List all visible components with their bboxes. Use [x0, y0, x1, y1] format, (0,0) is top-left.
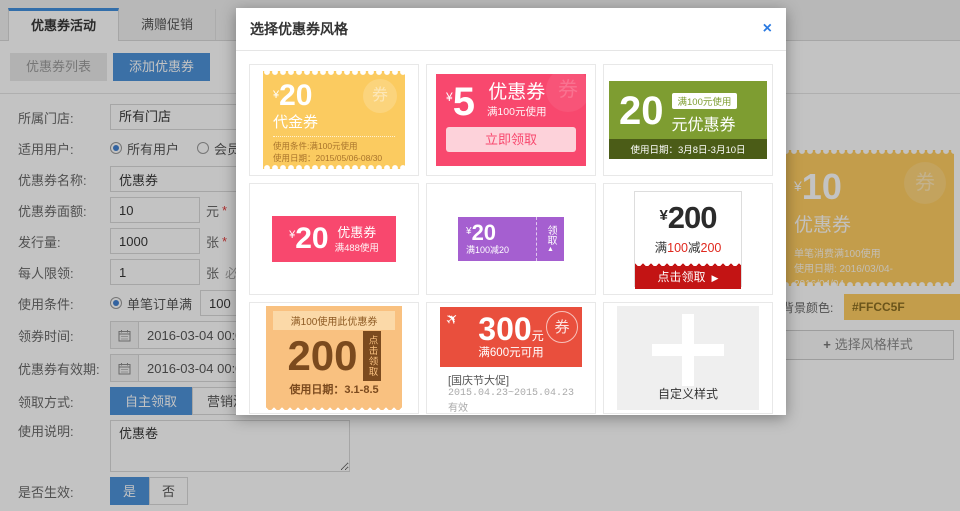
claim-tab: 领取 ▲ [536, 217, 564, 261]
plus-icon [652, 314, 724, 386]
coupon-amount: 300 [478, 311, 531, 347]
coupon-terms: 使用条件:满100元使用 使用日期：2015/05/06-08/30 [273, 136, 395, 164]
coupon-style-option-6[interactable]: ¥200 满100减200 点击领取▶ [603, 183, 773, 295]
coupon-card: ¥20 代金券 使用条件:满100元使用 使用日期：2015/05/06-08/… [263, 71, 405, 169]
custom-style-card: 自定义样式 [617, 306, 759, 410]
coupon-condition: 满100减200 [635, 237, 741, 256]
zigzag-edge [266, 405, 402, 410]
coupon-style-option-5[interactable]: ¥20 满100减20 领取 ▲ [426, 183, 596, 295]
coupon-card: ¥20 优惠券 满488使用 [272, 216, 396, 262]
coupon-style-option-custom[interactable]: 自定义样式 [603, 302, 773, 414]
coupon-condition: 满600元可用 [440, 344, 582, 360]
coupon-card: ¥200 满100减200 点击领取▶ [634, 191, 742, 287]
coupon-condition: 满100元使用 [487, 104, 547, 119]
coupon-card: 券 ¥5 优惠券 满100元使用 立即领取 [436, 74, 586, 166]
coupon-date: 使用日期：3.1-8.5 [266, 381, 402, 397]
currency-symbol: ¥ [659, 207, 667, 224]
scallop-edge [263, 71, 405, 76]
coupon-amount: 20 [619, 89, 664, 135]
coupon-style-option-7[interactable]: 满100使用此优惠券 200 点击领取 使用日期：3.1-8.5 [249, 302, 419, 414]
close-icon[interactable]: × [763, 21, 772, 37]
unit-label: 元 [532, 329, 544, 343]
custom-style-label: 自定义样式 [617, 385, 759, 402]
coupon-amount: 20 [279, 79, 312, 112]
coupon-title: 元优惠券 [672, 111, 738, 135]
coupon-title: 代金券 [273, 111, 395, 132]
coupon-condition-bar: 满100使用此优惠券 [273, 311, 395, 330]
modal-title: 选择优惠券风格 [250, 19, 348, 39]
coupon-card: ✈ 券 300元 满600元可用 [国庆节大促] 2015.04.23~2015… [440, 307, 582, 409]
modal-header: 选择优惠券风格 × [236, 8, 786, 51]
coupon-style-option-3[interactable]: 20 满100元使用 元优惠券 使用日期：3月8日-3月10日 [603, 64, 773, 176]
coupon-card: 满100使用此优惠券 200 点击领取 使用日期：3.1-8.5 [266, 306, 402, 410]
arrow-right-icon: ▶ [712, 273, 719, 283]
coupon-card: 20 满100元使用 元优惠券 使用日期：3月8日-3月10日 [609, 81, 767, 159]
currency-symbol: ¥ [446, 90, 453, 104]
coupon-condition: 满100减20 [466, 243, 536, 256]
coupon-style-option-4[interactable]: ¥20 优惠券 满488使用 [249, 183, 419, 295]
coupon-notes: [国庆节大促] 2015.04.23~2015.04.23有效 [440, 367, 582, 414]
coupon-condition: 满488使用 [335, 240, 379, 254]
coupon-watermark-icon: 券 [363, 79, 397, 113]
claim-label: 领取 [545, 225, 556, 245]
coupon-title: 优惠券 [487, 82, 547, 104]
coupon-condition-badge: 满100元使用 [672, 93, 738, 109]
arrow-up-icon: ▲ [547, 246, 554, 253]
coupon-style-option-2[interactable]: 券 ¥5 优惠券 满100元使用 立即领取 [426, 64, 596, 176]
coupon-watermark-icon: 券 [546, 311, 578, 343]
coupon-amount: 20 [472, 220, 496, 245]
coupon-amount: 20 [295, 222, 328, 255]
coupon-style-grid: ¥20 代金券 使用条件:满100元使用 使用日期：2015/05/06-08/… [236, 51, 786, 427]
coupon-date-bar: 使用日期：3月8日-3月10日 [609, 139, 767, 159]
coupon-amount: 200 [287, 333, 357, 379]
coupon-card: ¥20 满100减20 领取 ▲ [458, 217, 564, 261]
coupon-amount: 200 [668, 200, 717, 235]
coupon-amount: 5 [453, 80, 475, 124]
scallop-edge [263, 164, 405, 169]
coupon-style-option-8[interactable]: ✈ 券 300元 满600元可用 [国庆节大促] 2015.04.23~2015… [426, 302, 596, 414]
coupon-watermark-icon: 券 [546, 68, 590, 112]
coupon-style-option-1[interactable]: ¥20 代金券 使用条件:满100元使用 使用日期：2015/05/06-08/… [249, 64, 419, 176]
click-claim-ribbon: 点击领取▶ [635, 266, 741, 289]
coupon-style-modal: 选择优惠券风格 × ¥20 代金券 使用条件:满100元使用 使用日期：2015… [236, 8, 786, 415]
claim-now-button: 立即领取 [446, 127, 576, 152]
coupon-title: 优惠券 [335, 225, 379, 240]
click-claim-tag: 点击领取 [363, 331, 381, 381]
